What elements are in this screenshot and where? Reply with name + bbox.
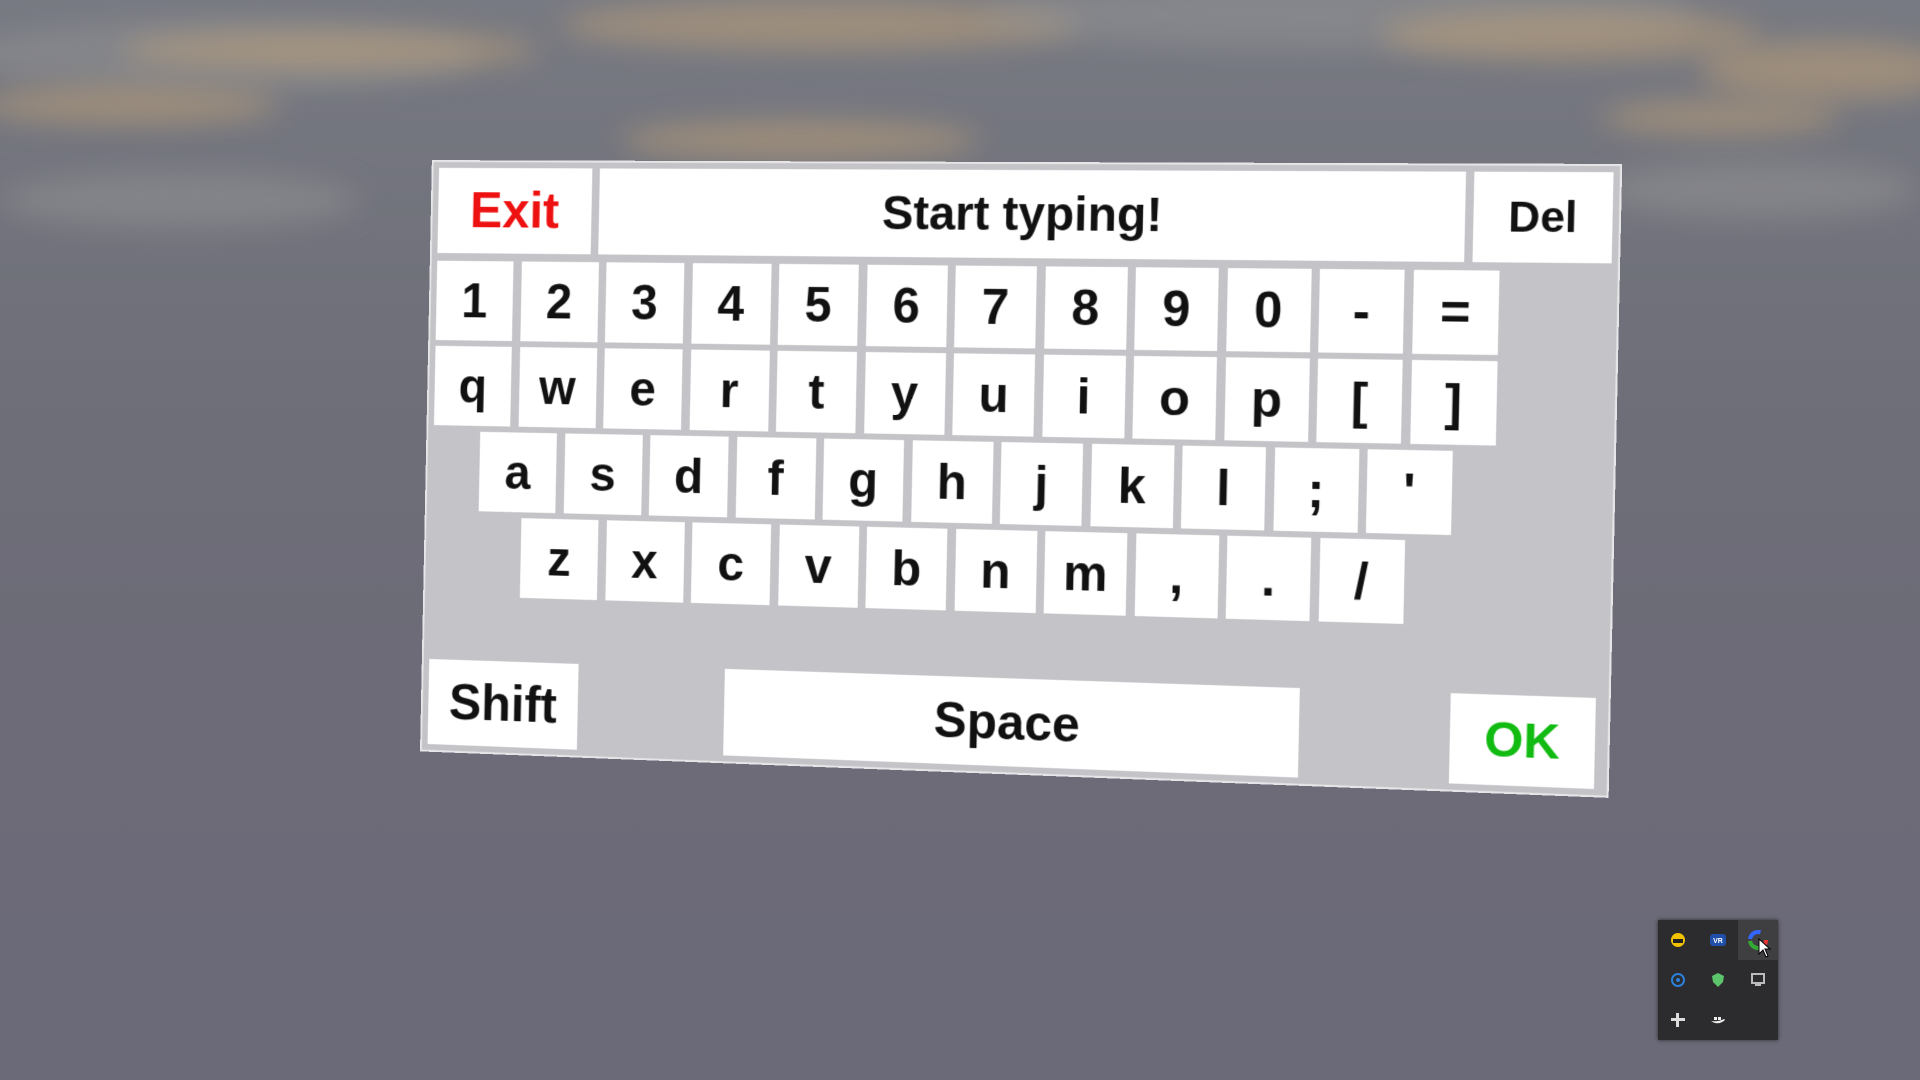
- key-1-5[interactable]: y: [863, 352, 946, 435]
- key-0-10[interactable]: -: [1318, 268, 1405, 354]
- key-1-10[interactable]: [: [1316, 358, 1403, 444]
- key-1-0[interactable]: q: [433, 345, 512, 427]
- key-0-2[interactable]: 3: [604, 262, 685, 344]
- key-1-4[interactable]: t: [775, 350, 858, 434]
- key-0-0[interactable]: 1: [435, 260, 514, 342]
- slack-icon[interactable]: [1666, 1008, 1690, 1032]
- key-0-7[interactable]: 8: [1043, 266, 1128, 350]
- key-2-8[interactable]: l: [1180, 445, 1266, 531]
- key-2-4[interactable]: g: [822, 438, 905, 522]
- cloud: [0, 170, 360, 230]
- text-display: Start typing!: [598, 168, 1467, 263]
- key-2-5[interactable]: h: [910, 440, 994, 524]
- key-3-1[interactable]: x: [604, 520, 685, 603]
- exit-button[interactable]: Exit: [437, 167, 593, 255]
- cloud: [620, 120, 980, 160]
- delete-button[interactable]: Del: [1472, 171, 1614, 264]
- virtual-keyboard: Exit Start typing! Del 1 2 3 4 5 6 7 8 9 0- = q w e r t…: [421, 162, 1621, 796]
- key-3-8[interactable]: .: [1225, 535, 1312, 622]
- key-1-3[interactable]: r: [689, 349, 770, 432]
- key-2-9[interactable]: ;: [1272, 447, 1359, 533]
- key-1-9[interactable]: p: [1223, 357, 1310, 442]
- desktop-background: Exit Start typing! Del 1 2 3 4 5 6 7 8 9 0- = q w e r t…: [0, 0, 1920, 1080]
- key-1-7[interactable]: i: [1041, 354, 1126, 439]
- cloud: [120, 30, 540, 70]
- cloud: [1600, 100, 1840, 135]
- key-1-11[interactable]: ]: [1409, 359, 1498, 446]
- cloud: [0, 85, 280, 125]
- key-0-8[interactable]: 9: [1134, 267, 1219, 352]
- key-0-3[interactable]: 4: [690, 263, 772, 345]
- key-1-6[interactable]: u: [952, 353, 1036, 437]
- key-3-0[interactable]: z: [519, 518, 599, 601]
- key-3-9[interactable]: /: [1318, 537, 1405, 624]
- network-icon[interactable]: [1666, 968, 1690, 992]
- key-2-7[interactable]: k: [1089, 443, 1175, 529]
- key-0-11[interactable]: =: [1411, 269, 1500, 355]
- key-0-4[interactable]: 5: [777, 263, 859, 346]
- key-3-7[interactable]: ,: [1134, 533, 1219, 619]
- shift-button[interactable]: Shift: [427, 658, 579, 750]
- vr-app-icon[interactable]: VR: [1706, 928, 1730, 952]
- key-3-4[interactable]: b: [865, 526, 948, 611]
- mouse-cursor-icon: [1758, 938, 1772, 958]
- docker-icon[interactable]: [1706, 1008, 1730, 1032]
- space-button[interactable]: Space: [723, 668, 1300, 778]
- key-3-5[interactable]: n: [954, 528, 1037, 614]
- key-0-1[interactable]: 2: [519, 261, 599, 343]
- key-2-6[interactable]: j: [999, 442, 1084, 527]
- key-2-10[interactable]: ': [1365, 449, 1453, 536]
- headset-app-icon[interactable]: [1666, 928, 1690, 952]
- key-2-2[interactable]: d: [648, 435, 729, 518]
- svg-text:VR: VR: [1713, 938, 1723, 945]
- key-3-6[interactable]: m: [1043, 531, 1128, 616]
- key-1-2[interactable]: e: [603, 348, 683, 430]
- key-1-8[interactable]: o: [1132, 355, 1217, 441]
- key-2-1[interactable]: s: [563, 433, 643, 516]
- key-2-3[interactable]: f: [735, 436, 816, 520]
- cloud: [1380, 10, 1760, 60]
- security-shield-icon[interactable]: [1706, 968, 1730, 992]
- key-2-0[interactable]: a: [478, 431, 557, 514]
- key-0-6[interactable]: 7: [954, 265, 1037, 349]
- key-0-9[interactable]: 0: [1225, 268, 1312, 353]
- key-3-3[interactable]: v: [777, 524, 859, 608]
- key-1-1[interactable]: w: [518, 347, 597, 429]
- key-0-5[interactable]: 6: [865, 264, 948, 348]
- key-3-2[interactable]: c: [690, 522, 772, 606]
- cloud: [1600, 160, 1920, 220]
- ok-button[interactable]: OK: [1448, 693, 1596, 789]
- display-icon[interactable]: [1746, 968, 1770, 992]
- cloud: [1700, 40, 1920, 100]
